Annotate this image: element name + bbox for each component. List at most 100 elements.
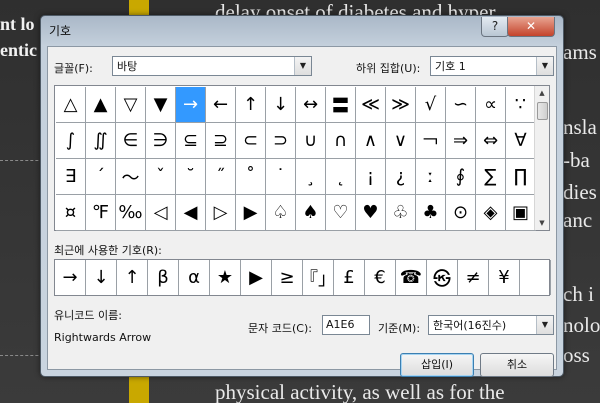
symbol-cell[interactable]: ˇ <box>146 159 176 195</box>
symbol-cell[interactable]: ∫ <box>56 123 86 159</box>
symbol-cell[interactable]: ↓ <box>266 87 296 123</box>
symbol-cell[interactable]: ♣ <box>416 195 446 231</box>
recent-symbol-cell[interactable]: β <box>148 260 179 295</box>
symbol-cell[interactable]: ▣ <box>506 195 536 231</box>
symbol-cell[interactable]: △ <box>56 87 86 123</box>
symbol-cell[interactable]: ⇔ <box>476 123 506 159</box>
symbol-cell[interactable]: ∑ <box>476 159 506 195</box>
symbol-cell[interactable]: ◀ <box>176 195 206 231</box>
close-button[interactable]: ✕ <box>507 17 555 37</box>
symbol-cell[interactable]: ⊃ <box>266 123 296 159</box>
symbol-cell[interactable]: ▶ <box>236 195 266 231</box>
recent-symbol-cell[interactable]: ↓ <box>86 260 117 295</box>
symbol-cell[interactable]: ∨ <box>386 123 416 159</box>
recent-symbol-cell[interactable]: → <box>55 260 86 295</box>
bg-text-right: nolo <box>563 313 600 337</box>
symbol-cell[interactable]: ↑ <box>236 87 266 123</box>
symbol-cell[interactable]: ¤ <box>56 195 86 231</box>
recent-symbol-cell[interactable]: ★ <box>210 260 241 295</box>
symbol-cell[interactable]: ː <box>416 159 446 195</box>
symbol-cell[interactable]: ♧ <box>386 195 416 231</box>
symbol-cell[interactable]: ⊙ <box>446 195 476 231</box>
recent-symbol-cell[interactable]: ≠ <box>458 260 489 295</box>
symbol-cell[interactable]: ♡ <box>326 195 356 231</box>
unicode-name-label: 유니코드 이름: <box>54 309 122 322</box>
symbol-cell[interactable]: ♠ <box>296 195 326 231</box>
symbol-cell[interactable]: ∀ <box>506 123 536 159</box>
symbol-cell[interactable]: ∋ <box>146 123 176 159</box>
scroll-up-icon[interactable]: ▲ <box>535 86 549 100</box>
symbol-cell[interactable]: ◁ <box>146 195 176 231</box>
symbol-cell[interactable]: ▷ <box>206 195 236 231</box>
char-code-input[interactable]: A1E6 <box>322 315 370 335</box>
symbol-cell[interactable]: ∩ <box>326 123 356 159</box>
symbol-cell[interactable]: ´ <box>86 159 116 195</box>
symbol-cell[interactable]: ← <box>206 87 236 123</box>
bg-text-right: physical activity, as well as for the <box>215 380 505 403</box>
symbol-cell[interactable]: ∮ <box>446 159 476 195</box>
recent-symbol-cell[interactable]: ↑ <box>117 260 148 295</box>
chevron-down-icon[interactable]: ▼ <box>294 57 311 75</box>
symbol-cell[interactable]: ¸ <box>296 159 326 195</box>
recent-symbol-cell[interactable] <box>520 260 551 295</box>
symbol-cell[interactable]: ¿ <box>386 159 416 195</box>
symbol-cell[interactable]: ˙ <box>266 159 296 195</box>
symbol-cell[interactable]: ▼ <box>146 87 176 123</box>
insert-button[interactable]: 삽입(I) <box>400 353 474 377</box>
symbol-cell[interactable]: ≪ <box>356 87 386 123</box>
symbol-grid-scrollbar[interactable]: ▲ ▼ <box>534 86 549 230</box>
symbol-cell[interactable]: ↔ <box>296 87 326 123</box>
recent-symbol-cell[interactable]: € <box>365 260 396 295</box>
recent-symbol-cell[interactable]: ▶ <box>241 260 272 295</box>
recent-symbol-cell[interactable]: ㉿ <box>427 260 458 295</box>
symbol-cell[interactable]: → <box>176 87 206 123</box>
symbol-cell[interactable]: ◈ <box>476 195 506 231</box>
symbol-cell[interactable]: ∵ <box>506 87 536 123</box>
recent-symbols: →↓↑βα★▶≥『」£€☎㉿≠¥ <box>54 259 551 296</box>
symbol-cell[interactable]: ♤ <box>266 195 296 231</box>
symbol-cell[interactable]: ⊆ <box>176 123 206 159</box>
symbol-cell[interactable]: ∬ <box>86 123 116 159</box>
symbol-cell[interactable]: ℉ <box>86 195 116 231</box>
symbol-cell[interactable]: ∪ <box>296 123 326 159</box>
recent-symbol-cell[interactable]: £ <box>334 260 365 295</box>
chevron-down-icon[interactable]: ▼ <box>536 316 553 334</box>
symbol-cell[interactable]: ≫ <box>386 87 416 123</box>
recent-symbol-cell[interactable]: α <box>179 260 210 295</box>
symbol-cell[interactable]: ¡ <box>356 159 386 195</box>
symbol-cell[interactable]: ˘ <box>176 159 206 195</box>
symbol-cell[interactable]: ∧ <box>356 123 386 159</box>
symbol-cell[interactable]: ♥ <box>356 195 386 231</box>
recent-symbol-cell[interactable]: ¥ <box>489 260 520 295</box>
symbol-cell[interactable]: ˚ <box>236 159 266 195</box>
scroll-thumb[interactable] <box>537 102 548 120</box>
symbol-cell[interactable]: ∃ <box>56 159 86 195</box>
recent-symbol-cell[interactable]: 『」 <box>303 260 334 295</box>
from-select[interactable]: 한국어(16진수) ▼ <box>428 315 554 335</box>
symbol-cell[interactable]: ⇒ <box>446 123 476 159</box>
cancel-button[interactable]: 취소 <box>480 353 554 377</box>
symbol-cell[interactable]: ▽ <box>116 87 146 123</box>
symbol-cell[interactable]: ˝ <box>206 159 236 195</box>
symbol-cell[interactable]: ⊂ <box>236 123 266 159</box>
symbol-cell[interactable]: ‰ <box>116 195 146 231</box>
symbol-cell[interactable]: ▲ <box>86 87 116 123</box>
help-button[interactable]: ? <box>481 17 509 37</box>
font-select[interactable]: 바탕 ▼ <box>112 56 312 76</box>
symbol-cell[interactable]: ∏ <box>506 159 536 195</box>
symbol-cell[interactable]: ∈ <box>116 123 146 159</box>
symbol-cell[interactable]: ⊇ <box>206 123 236 159</box>
chevron-down-icon[interactable]: ▼ <box>536 57 553 75</box>
symbol-cell[interactable]: √ <box>416 87 446 123</box>
recent-symbol-cell[interactable]: ≥ <box>272 260 303 295</box>
symbol-cell[interactable]: ∝ <box>476 87 506 123</box>
symbol-cell[interactable]: ∽ <box>446 87 476 123</box>
bg-text-right: anc <box>563 208 593 232</box>
symbol-cell[interactable]: ˛ <box>326 159 356 195</box>
symbol-cell[interactable]: 〓 <box>326 87 356 123</box>
recent-symbol-cell[interactable]: ☎ <box>396 260 427 295</box>
subset-select[interactable]: 기호 1 ▼ <box>430 56 554 76</box>
symbol-cell[interactable]: ～ <box>116 159 146 195</box>
symbol-cell[interactable]: ￢ <box>416 123 446 159</box>
scroll-down-icon[interactable]: ▼ <box>535 216 549 230</box>
